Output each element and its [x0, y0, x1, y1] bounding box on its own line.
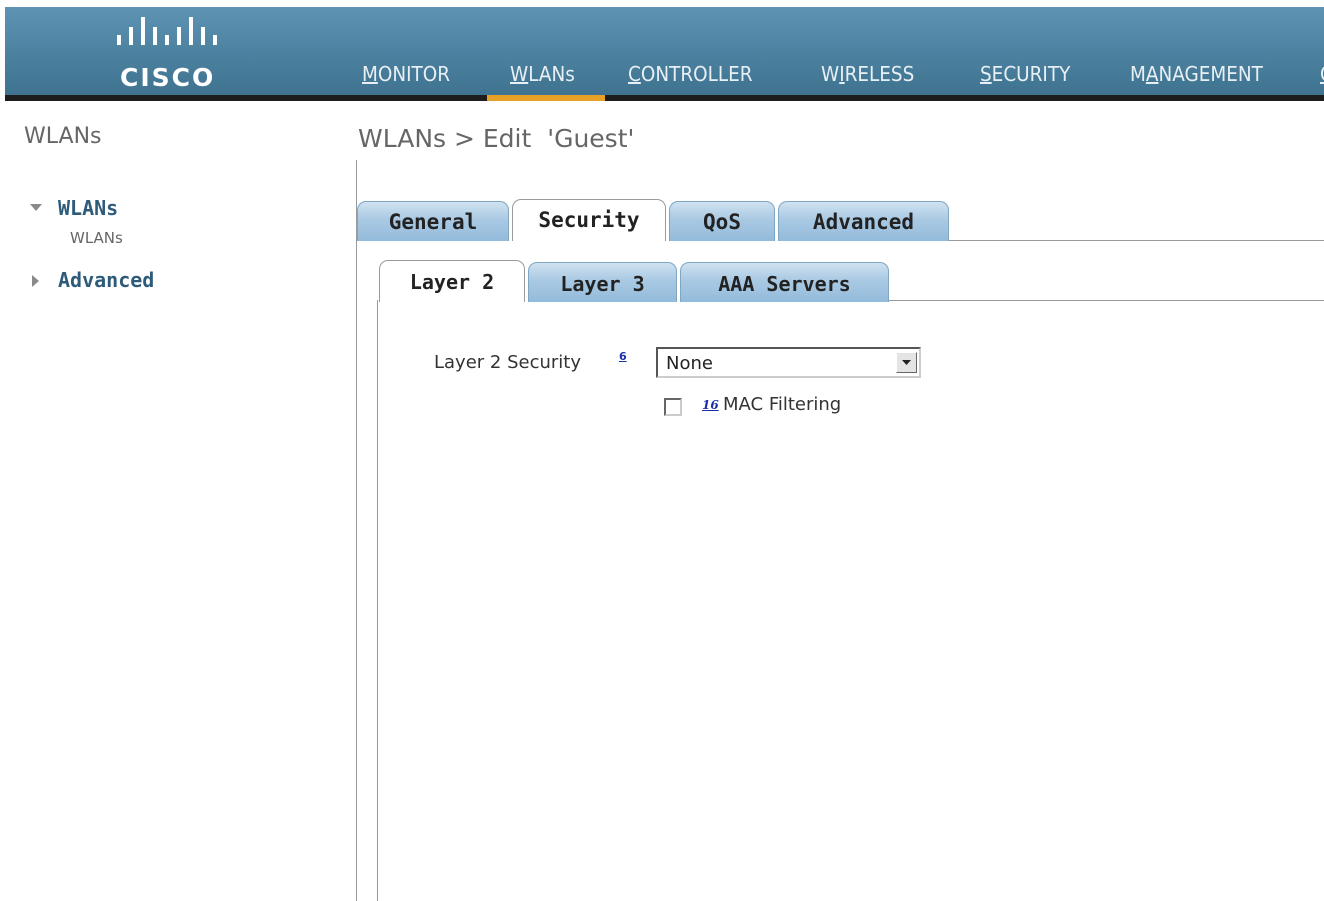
- nav-wireless[interactable]: WIRELESS: [821, 59, 914, 95]
- nav-active-indicator: [487, 95, 605, 101]
- layer2-security-help-link[interactable]: 6: [619, 350, 627, 363]
- subtab-aaa-servers[interactable]: AAA Servers: [680, 262, 889, 302]
- sidebar-title: WLANs: [24, 124, 102, 149]
- top-banner: CISCO MONITOR WLANs CONTROLLER WIRELESS …: [5, 7, 1324, 95]
- triangle-right-icon[interactable]: [32, 275, 40, 287]
- layer2-security-value: None: [666, 353, 713, 374]
- cisco-logo: CISCO: [105, 15, 245, 93]
- tab-qos[interactable]: QoS: [669, 201, 775, 241]
- tab-security[interactable]: Security: [512, 199, 666, 241]
- triangle-down-icon[interactable]: [30, 204, 42, 212]
- tab-advanced[interactable]: Advanced: [778, 201, 949, 241]
- nav-monitor[interactable]: MONITOR: [362, 59, 450, 95]
- sidebar-subitem-wlans[interactable]: WLANs: [70, 229, 123, 247]
- nav-security[interactable]: SECURITY: [980, 59, 1070, 95]
- sidebar-divider: [356, 160, 357, 901]
- sidebar-item-advanced[interactable]: Advanced: [58, 268, 154, 292]
- nav-commands-partial[interactable]: C: [1320, 59, 1324, 95]
- nav-management[interactable]: MANAGEMENT: [1130, 59, 1263, 95]
- layer2-security-label: Layer 2 Security: [434, 352, 581, 373]
- cisco-bridge-icon: [117, 17, 217, 45]
- mac-filtering-help-link[interactable]: 16: [702, 398, 719, 412]
- sidebar-item-wlans[interactable]: WLANs: [58, 196, 118, 220]
- brand-wordmark: CISCO: [120, 63, 216, 92]
- mac-filtering-checkbox[interactable]: [664, 398, 682, 416]
- page-title: WLANs > Edit 'Guest': [358, 124, 635, 153]
- tab-strip-line: [949, 240, 1324, 241]
- nav-controller[interactable]: CONTROLLER: [628, 59, 753, 95]
- banner-underline: [5, 95, 1324, 101]
- subtab-layer2[interactable]: Layer 2: [379, 260, 525, 302]
- dropdown-arrow-icon[interactable]: [896, 352, 917, 373]
- nav-wlans[interactable]: WLANs: [510, 59, 575, 95]
- layer2-security-select[interactable]: None: [656, 347, 921, 378]
- tab-general[interactable]: General: [357, 201, 509, 241]
- subtab-layer3[interactable]: Layer 3: [528, 262, 677, 302]
- mac-filtering-label: MAC Filtering: [723, 394, 842, 415]
- subtab-strip-line: [889, 300, 1324, 301]
- content-border: [377, 300, 378, 901]
